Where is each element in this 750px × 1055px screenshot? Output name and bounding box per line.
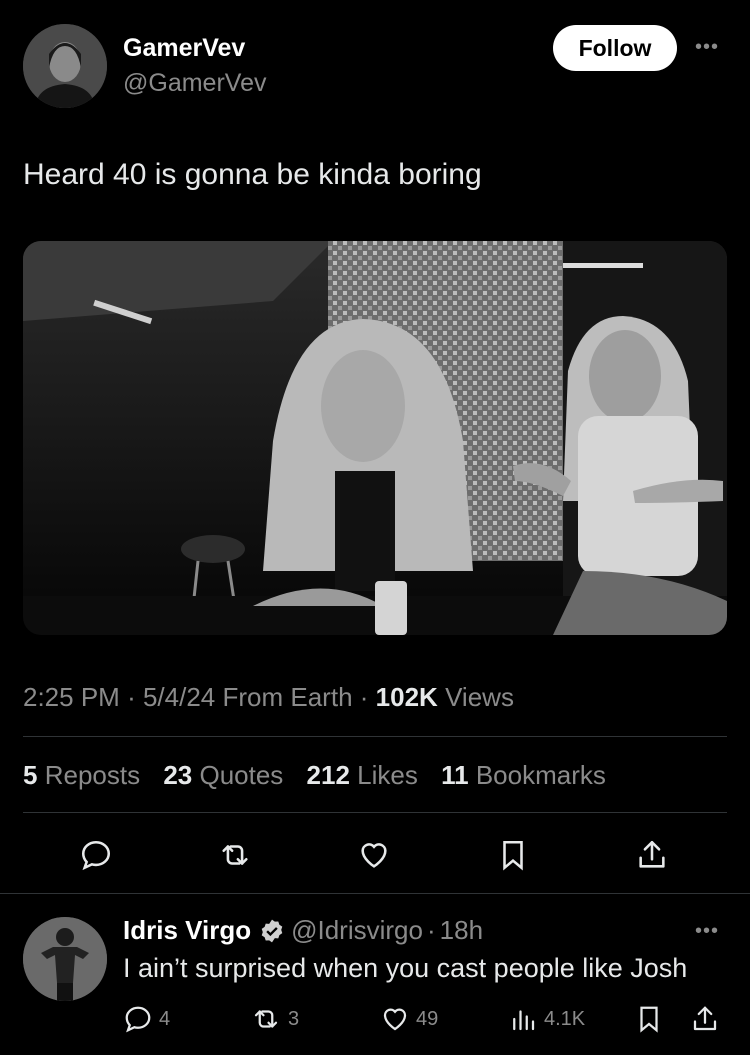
quotes-label: Quotes: [199, 760, 284, 790]
verified-badge-icon: [259, 918, 285, 944]
likes-count: 212: [306, 760, 350, 790]
reply-bookmark-action[interactable]: [634, 1004, 670, 1034]
reply-repost-icon: [254, 1010, 278, 1028]
bookmark-icon[interactable]: [493, 835, 533, 875]
divider: [0, 893, 750, 894]
post-source: From Earth: [222, 682, 353, 712]
reply-share-icon: [693, 1006, 717, 1031]
bookmarks-count: 11: [441, 760, 469, 790]
reply-avatar-image: [23, 917, 107, 1001]
divider: [23, 736, 727, 737]
reply-author-handle[interactable]: @Idrisvirgo: [291, 915, 423, 946]
post-meta: 2:25 PM · 5/4/24 From Earth · 102K Views: [23, 682, 514, 713]
reply-likes-count: 49: [416, 1007, 439, 1030]
reply-more-options-icon[interactable]: •••: [695, 920, 719, 943]
reply-views-count: 4.1K: [544, 1007, 586, 1030]
quotes-count: 23: [163, 760, 193, 790]
views-count: 102K: [375, 682, 438, 712]
reply-text: I ain’t surprised when you cast people l…: [123, 953, 688, 983]
reply-views-action[interactable]: 4.1K: [508, 1004, 585, 1034]
author-avatar[interactable]: [23, 24, 107, 108]
reply-author-name[interactable]: Idris Virgo: [123, 915, 251, 946]
likes-stat[interactable]: 212 Likes: [307, 760, 418, 790]
author-avatar-image: [23, 24, 107, 108]
reply-views-icon: [513, 1010, 535, 1031]
more-options-icon[interactable]: •••: [695, 36, 719, 59]
reply-reply-icon: [125, 1006, 151, 1033]
reply-reply-action[interactable]: 4: [123, 1004, 170, 1034]
media-photo: [23, 241, 727, 635]
reply-repost-action[interactable]: 3: [250, 1004, 299, 1034]
meta-separator: ·: [127, 682, 136, 712]
post-time[interactable]: 2:25 PM: [23, 682, 120, 712]
reply-replies-count: 4: [159, 1007, 171, 1030]
views-label: Views: [445, 682, 514, 712]
post-text: Heard 40 is gonna be kinda boring: [23, 158, 482, 191]
like-icon[interactable]: [354, 835, 394, 875]
quotes-stat[interactable]: 23 Quotes: [163, 760, 283, 790]
reposts-count: 5: [23, 760, 38, 790]
reply-like-icon: [383, 1008, 407, 1031]
share-icon[interactable]: [632, 835, 672, 875]
reply-reposts-count: 3: [288, 1007, 300, 1030]
post-stats: 5 Reposts 23 Quotes 212 Likes 11 Bookmar…: [23, 760, 622, 791]
meta-separator: ·: [359, 682, 369, 712]
reply-like-action[interactable]: 49: [380, 1004, 438, 1034]
reposts-label: Reposts: [44, 760, 141, 790]
post-media-image[interactable]: [23, 241, 727, 635]
reply-header: Idris Virgo @Idrisvirgo · 18h: [123, 915, 483, 946]
repost-icon[interactable]: [215, 835, 255, 875]
reply-share-action[interactable]: [690, 1004, 726, 1034]
reply-bookmark-icon: [640, 1006, 658, 1033]
follow-button[interactable]: Follow: [553, 25, 677, 71]
reply-avatar[interactable]: [23, 917, 107, 1001]
bookmarks-label: Bookmarks: [475, 760, 606, 790]
reply-separator: ·: [426, 915, 436, 945]
reply-time[interactable]: 18h: [440, 915, 483, 946]
reposts-stat[interactable]: 5 Reposts: [23, 760, 140, 790]
divider: [23, 812, 727, 813]
author-name[interactable]: GamerVev: [123, 34, 245, 63]
likes-label: Likes: [357, 760, 418, 790]
author-handle[interactable]: @GamerVev: [123, 69, 266, 98]
post-date[interactable]: 5/4/24: [143, 682, 215, 712]
reply-icon[interactable]: [76, 835, 116, 875]
bookmarks-stat[interactable]: 11 Bookmarks: [441, 760, 606, 790]
